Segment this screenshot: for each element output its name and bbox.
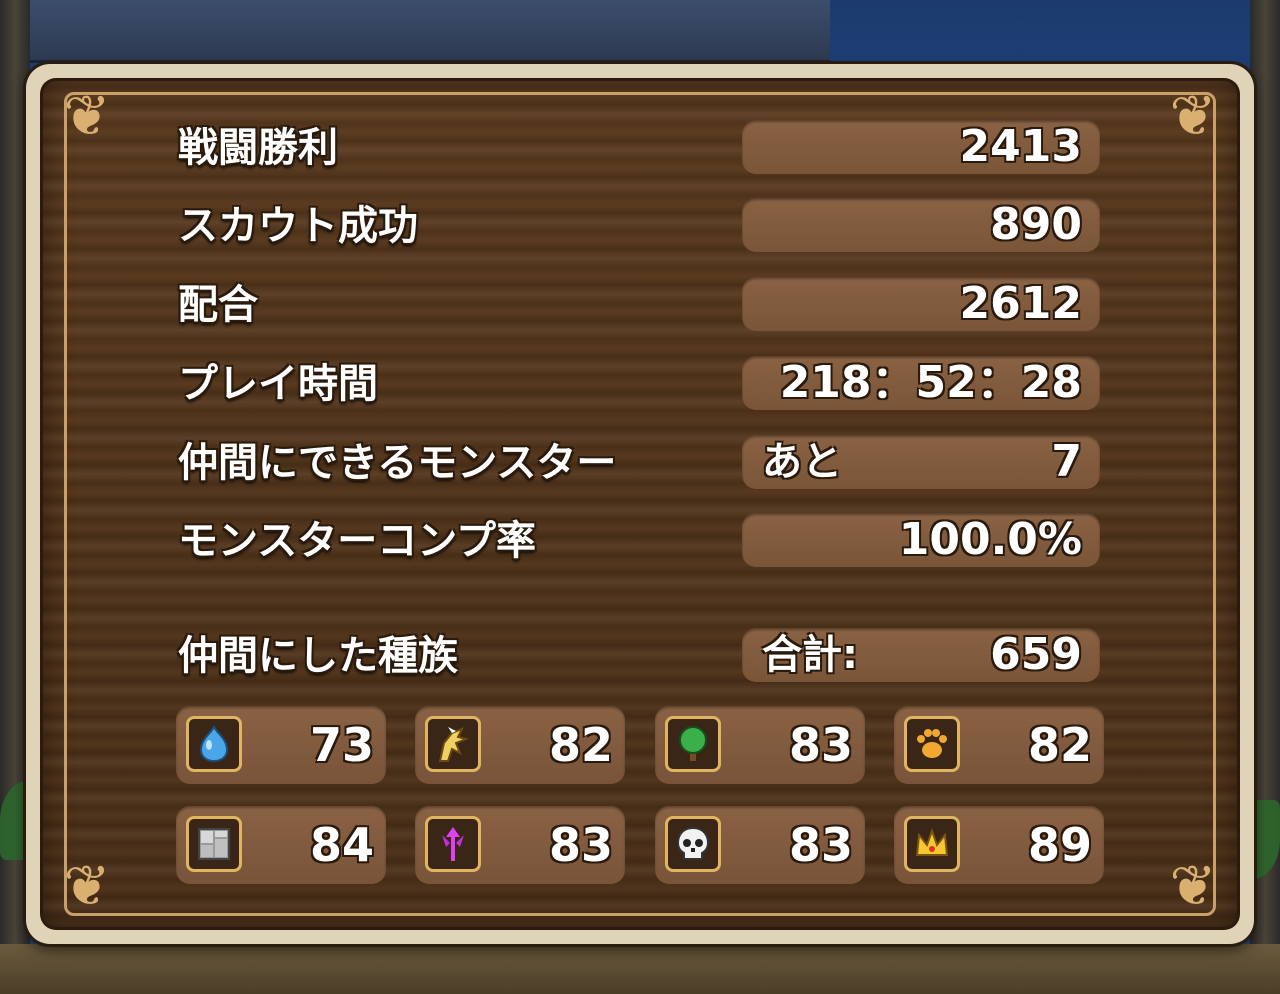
- family-tile-material[interactable]: 84: [176, 806, 386, 884]
- stat-value-box: 100.0%: [742, 513, 1100, 567]
- family-count: 83: [788, 818, 853, 872]
- skull-icon: [665, 816, 721, 872]
- stat-value-box: 2413: [742, 120, 1100, 174]
- stat-value: 7: [1051, 436, 1082, 487]
- demon-trident-icon: [425, 816, 481, 872]
- dragon-icon: [425, 716, 481, 772]
- family-count: 73: [309, 718, 374, 772]
- ornament-top-right-icon: ❦: [1169, 84, 1217, 149]
- stat-value-box: 2612: [742, 277, 1100, 331]
- families-total-prefix: 合計:: [762, 632, 858, 678]
- stat-prefix: あと: [762, 439, 842, 485]
- crown-icon: [904, 816, 960, 872]
- families-label: 仲間にした種族: [178, 633, 458, 679]
- families-total-box: 合計: 659: [742, 628, 1100, 682]
- stat-value-box: 218：52：28: [742, 356, 1100, 410]
- family-count: 83: [548, 818, 613, 872]
- background-wall: [30, 0, 830, 63]
- stat-value: 100.0%: [898, 514, 1082, 565]
- family-tile-slime[interactable]: 73: [176, 706, 386, 784]
- family-count: 82: [548, 718, 613, 772]
- stat-value: 2612: [959, 278, 1082, 329]
- paw-icon: [904, 716, 960, 772]
- stat-label: 戦闘勝利: [178, 125, 338, 171]
- stat-value: 2413: [959, 121, 1082, 172]
- stat-value-box: あと 7: [742, 435, 1100, 489]
- family-tile-undead[interactable]: 83: [655, 806, 865, 884]
- slime-icon: [186, 716, 242, 772]
- family-count: 82: [1027, 718, 1092, 772]
- stat-label: 配合: [178, 282, 258, 328]
- family-tile-boss[interactable]: 89: [894, 806, 1104, 884]
- ornament-bottom-left-icon: ❦: [63, 854, 111, 919]
- stat-label: プレイ時間: [178, 361, 378, 407]
- stat-value: 890: [990, 199, 1082, 250]
- family-tile-nature[interactable]: 83: [655, 706, 865, 784]
- background-floor: [0, 944, 1280, 994]
- family-tile-dragon[interactable]: 82: [415, 706, 625, 784]
- family-count: 84: [309, 818, 374, 872]
- material-block-icon: [186, 816, 242, 872]
- tree-icon: [665, 716, 721, 772]
- stat-label: 仲間にできるモンスター: [178, 440, 617, 486]
- family-count: 89: [1027, 818, 1092, 872]
- stat-label: モンスターコンプ率: [178, 518, 536, 564]
- ornament-bottom-right-icon: ❦: [1169, 854, 1217, 919]
- stat-value-box: 890: [742, 198, 1100, 252]
- family-tile-beast[interactable]: 82: [894, 706, 1104, 784]
- stat-label: スカウト成功: [178, 203, 418, 249]
- families-total-value: 659: [990, 629, 1082, 680]
- family-count: 83: [788, 718, 853, 772]
- stat-value: 218：52：28: [779, 357, 1082, 408]
- ornament-top-left-icon: ❦: [63, 84, 111, 149]
- family-tile-demon[interactable]: 83: [415, 806, 625, 884]
